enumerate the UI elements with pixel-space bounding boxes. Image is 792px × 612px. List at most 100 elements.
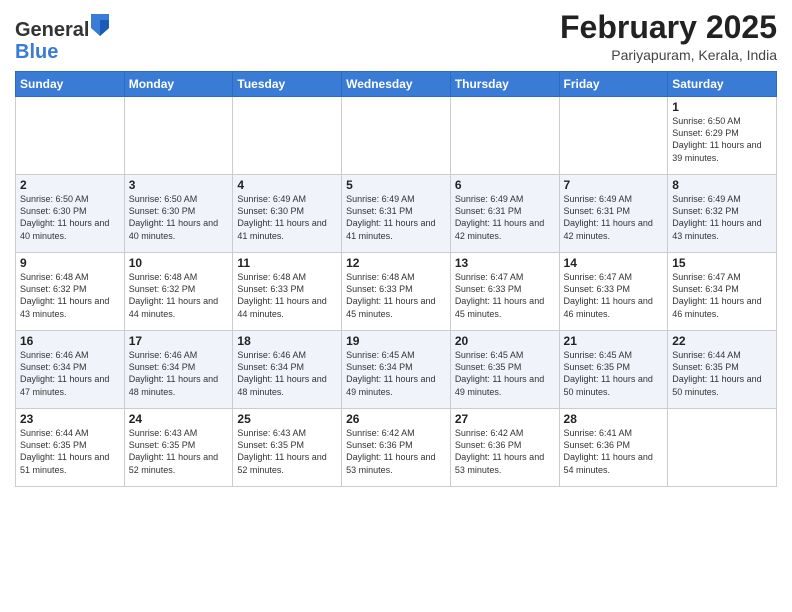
day-number: 18 — [237, 334, 337, 348]
calendar-cell: 8Sunrise: 6:49 AM Sunset: 6:32 PM Daylig… — [668, 175, 777, 253]
day-number: 7 — [564, 178, 664, 192]
day-number: 16 — [20, 334, 120, 348]
calendar-week-row: 23Sunrise: 6:44 AM Sunset: 6:35 PM Dayli… — [16, 409, 777, 487]
day-info: Sunrise: 6:49 AM Sunset: 6:31 PM Dayligh… — [564, 193, 664, 242]
day-info: Sunrise: 6:49 AM Sunset: 6:32 PM Dayligh… — [672, 193, 772, 242]
day-number: 22 — [672, 334, 772, 348]
day-info: Sunrise: 6:45 AM Sunset: 6:34 PM Dayligh… — [346, 349, 446, 398]
day-info: Sunrise: 6:41 AM Sunset: 6:36 PM Dayligh… — [564, 427, 664, 476]
day-number: 9 — [20, 256, 120, 270]
day-number: 12 — [346, 256, 446, 270]
day-number: 13 — [455, 256, 555, 270]
col-thursday: Thursday — [450, 72, 559, 97]
calendar-cell: 10Sunrise: 6:48 AM Sunset: 6:32 PM Dayli… — [124, 253, 233, 331]
day-info: Sunrise: 6:43 AM Sunset: 6:35 PM Dayligh… — [129, 427, 229, 476]
calendar-cell: 9Sunrise: 6:48 AM Sunset: 6:32 PM Daylig… — [16, 253, 125, 331]
calendar-cell: 20Sunrise: 6:45 AM Sunset: 6:35 PM Dayli… — [450, 331, 559, 409]
day-info: Sunrise: 6:49 AM Sunset: 6:30 PM Dayligh… — [237, 193, 337, 242]
calendar-cell: 18Sunrise: 6:46 AM Sunset: 6:34 PM Dayli… — [233, 331, 342, 409]
calendar-cell: 11Sunrise: 6:48 AM Sunset: 6:33 PM Dayli… — [233, 253, 342, 331]
day-info: Sunrise: 6:49 AM Sunset: 6:31 PM Dayligh… — [346, 193, 446, 242]
calendar-cell: 27Sunrise: 6:42 AM Sunset: 6:36 PM Dayli… — [450, 409, 559, 487]
calendar-cell: 6Sunrise: 6:49 AM Sunset: 6:31 PM Daylig… — [450, 175, 559, 253]
day-info: Sunrise: 6:47 AM Sunset: 6:33 PM Dayligh… — [455, 271, 555, 320]
calendar-cell — [450, 97, 559, 175]
logo-blue-text: Blue — [15, 41, 58, 63]
calendar-week-row: 1Sunrise: 6:50 AM Sunset: 6:29 PM Daylig… — [16, 97, 777, 175]
day-number: 27 — [455, 412, 555, 426]
calendar-cell — [559, 97, 668, 175]
day-info: Sunrise: 6:45 AM Sunset: 6:35 PM Dayligh… — [455, 349, 555, 398]
logo-general-text: General — [15, 19, 89, 41]
day-info: Sunrise: 6:42 AM Sunset: 6:36 PM Dayligh… — [455, 427, 555, 476]
calendar-cell: 4Sunrise: 6:49 AM Sunset: 6:30 PM Daylig… — [233, 175, 342, 253]
calendar: Sunday Monday Tuesday Wednesday Thursday… — [15, 71, 777, 487]
weekday-header-row: Sunday Monday Tuesday Wednesday Thursday… — [16, 72, 777, 97]
day-number: 24 — [129, 412, 229, 426]
calendar-cell: 28Sunrise: 6:41 AM Sunset: 6:36 PM Dayli… — [559, 409, 668, 487]
col-sunday: Sunday — [16, 72, 125, 97]
day-number: 2 — [20, 178, 120, 192]
day-number: 1 — [672, 100, 772, 114]
day-info: Sunrise: 6:46 AM Sunset: 6:34 PM Dayligh… — [20, 349, 120, 398]
col-tuesday: Tuesday — [233, 72, 342, 97]
day-info: Sunrise: 6:48 AM Sunset: 6:33 PM Dayligh… — [346, 271, 446, 320]
calendar-week-row: 9 Sunrise: 6:48 AM Sunset: 6:32 PM Daylig… — [16, 253, 777, 331]
day-number: 21 — [564, 334, 664, 348]
day-number: 26 — [346, 412, 446, 426]
calendar-cell: 26Sunrise: 6:42 AM Sunset: 6:36 PM Dayli… — [342, 409, 451, 487]
calendar-cell: 16Sunrise: 6:46 AM Sunset: 6:34 PM Dayli… — [16, 331, 125, 409]
day-info: Sunrise: 6:47 AM Sunset: 6:33 PM Dayligh… — [564, 271, 664, 320]
day-number: 3 — [129, 178, 229, 192]
calendar-cell: 15Sunrise: 6:47 AM Sunset: 6:34 PM Dayli… — [668, 253, 777, 331]
day-info: Sunrise: 6:46 AM Sunset: 6:34 PM Dayligh… — [237, 349, 337, 398]
calendar-cell: 2Sunrise: 6:50 AM Sunset: 6:30 PM Daylig… — [16, 175, 125, 253]
calendar-cell: 7Sunrise: 6:49 AM Sunset: 6:31 PM Daylig… — [559, 175, 668, 253]
page: General Blue February 2025 Pariyapuram, … — [0, 0, 792, 612]
calendar-cell: 21Sunrise: 6:45 AM Sunset: 6:35 PM Dayli… — [559, 331, 668, 409]
calendar-cell: 22Sunrise: 6:44 AM Sunset: 6:35 PM Dayli… — [668, 331, 777, 409]
calendar-cell: 25Sunrise: 6:43 AM Sunset: 6:35 PM Dayli… — [233, 409, 342, 487]
day-info: Sunrise: 6:45 AM Sunset: 6:35 PM Dayligh… — [564, 349, 664, 398]
calendar-cell: 14Sunrise: 6:47 AM Sunset: 6:33 PM Dayli… — [559, 253, 668, 331]
day-info: Sunrise: 6:49 AM Sunset: 6:31 PM Dayligh… — [455, 193, 555, 242]
day-info: Sunrise: 6:48 AM Sunset: 6:33 PM Dayligh… — [237, 271, 337, 320]
calendar-cell: 1Sunrise: 6:50 AM Sunset: 6:29 PM Daylig… — [668, 97, 777, 175]
day-number: 5 — [346, 178, 446, 192]
day-number: 15 — [672, 256, 772, 270]
day-info: Sunrise: 6:47 AM Sunset: 6:34 PM Dayligh… — [672, 271, 772, 320]
logo-icon — [91, 14, 109, 36]
calendar-cell: 19Sunrise: 6:45 AM Sunset: 6:34 PM Dayli… — [342, 331, 451, 409]
calendar-week-row: 2Sunrise: 6:50 AM Sunset: 6:30 PM Daylig… — [16, 175, 777, 253]
logo: General Blue — [15, 14, 109, 63]
day-info: Sunrise: 6:43 AM Sunset: 6:35 PM Dayligh… — [237, 427, 337, 476]
day-number: 17 — [129, 334, 229, 348]
day-number: 23 — [20, 412, 120, 426]
col-saturday: Saturday — [668, 72, 777, 97]
calendar-cell — [233, 97, 342, 175]
calendar-cell: 5Sunrise: 6:49 AM Sunset: 6:31 PM Daylig… — [342, 175, 451, 253]
day-info: Sunrise: 6:44 AM Sunset: 6:35 PM Dayligh… — [672, 349, 772, 398]
location-subtitle: Pariyapuram, Kerala, India — [560, 47, 777, 63]
calendar-cell — [124, 97, 233, 175]
day-info: Sunrise: 6:44 AM Sunset: 6:35 PM Dayligh… — [20, 427, 120, 476]
day-number: 20 — [455, 334, 555, 348]
day-number: 6 — [455, 178, 555, 192]
calendar-cell: 17Sunrise: 6:46 AM Sunset: 6:34 PM Dayli… — [124, 331, 233, 409]
day-info: Sunrise: 6:50 AM Sunset: 6:30 PM Dayligh… — [20, 193, 120, 242]
calendar-cell — [342, 97, 451, 175]
col-monday: Monday — [124, 72, 233, 97]
day-number: 4 — [237, 178, 337, 192]
col-wednesday: Wednesday — [342, 72, 451, 97]
calendar-week-row: 16Sunrise: 6:46 AM Sunset: 6:34 PM Dayli… — [16, 331, 777, 409]
calendar-cell: 13Sunrise: 6:47 AM Sunset: 6:33 PM Dayli… — [450, 253, 559, 331]
day-info: Sunrise: 6:48 AM Sunset: 6:32 PM Dayligh… — [129, 271, 229, 320]
calendar-cell — [668, 409, 777, 487]
day-info: Sunrise: 6:42 AM Sunset: 6:36 PM Dayligh… — [346, 427, 446, 476]
calendar-cell — [16, 97, 125, 175]
day-info: Sunrise: 6:50 AM Sunset: 6:29 PM Dayligh… — [672, 115, 772, 164]
day-number: 11 — [237, 256, 337, 270]
day-number: 25 — [237, 412, 337, 426]
calendar-cell: 24Sunrise: 6:43 AM Sunset: 6:35 PM Dayli… — [124, 409, 233, 487]
day-number: 10 — [129, 256, 229, 270]
